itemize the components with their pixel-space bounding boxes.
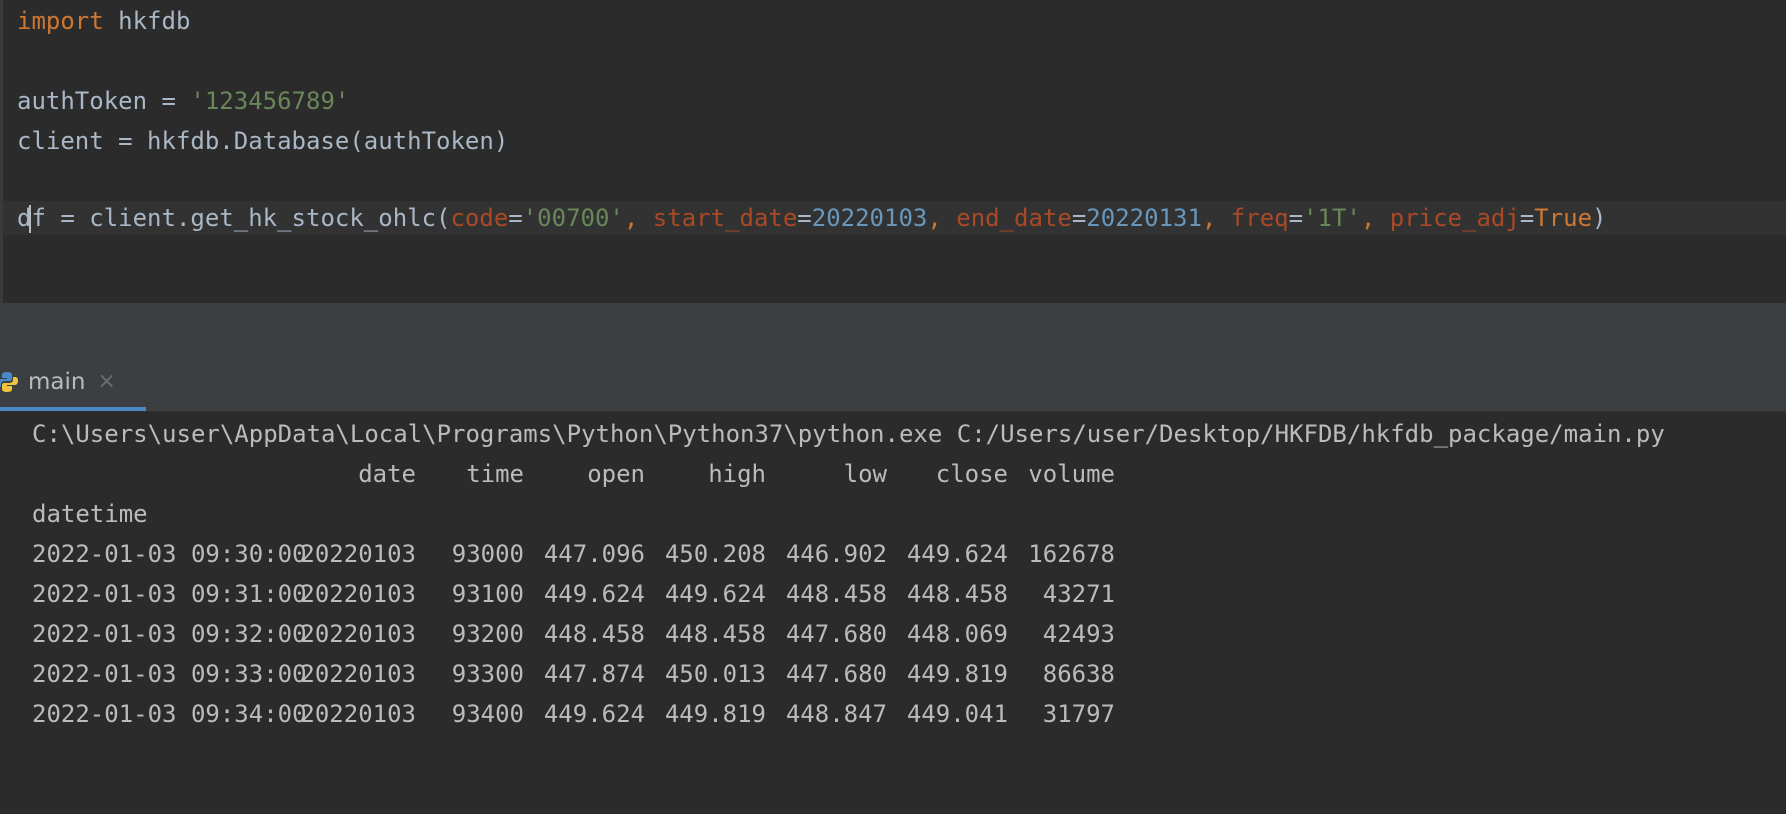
column-header-open: open (587, 460, 645, 488)
param-end-date: end_date (956, 204, 1072, 232)
row-low-cell: 447.680 (785, 620, 887, 648)
assign-op: = (147, 87, 191, 115)
value-price-adj: True (1534, 204, 1593, 232)
column-header-volume: volume (1028, 460, 1115, 488)
close-paren: ) (1592, 204, 1607, 232)
run-console-output[interactable]: C:\Users\user\AppData\Local\Programs\Pyt… (0, 412, 1786, 790)
row-high-cell: 448.458 (664, 620, 766, 648)
row-datetime-cell: 2022-01-03 09:32:00 (32, 620, 307, 648)
dataframe-index-name: datetime (32, 500, 148, 528)
dataframe-row: 2022-01-03 09:33:00 20220103 93300 447.874 4… (32, 654, 1332, 694)
row-close-cell: 449.041 (906, 700, 1008, 728)
row-open-cell: 449.624 (543, 580, 645, 608)
dataframe-header-row: date time open high low close volume (32, 454, 1332, 494)
comma-sep: , (623, 204, 653, 232)
row-datetime-cell: 2022-01-03 09:31:00 (32, 580, 307, 608)
module-name: hkfdb (118, 7, 191, 35)
row-low-cell: 448.458 (785, 580, 887, 608)
console-command-line: C:\Users\user\AppData\Local\Programs\Pyt… (32, 420, 1665, 448)
row-close-cell: 448.069 (906, 620, 1008, 648)
row-time-cell: 93100 (451, 580, 524, 608)
row-time-cell: 93200 (451, 620, 524, 648)
eq-sign: = (1519, 204, 1535, 232)
param-price-adj: price_adj (1389, 204, 1520, 232)
row-date-cell: 20220103 (300, 540, 416, 568)
param-code: code (450, 204, 509, 232)
row-date-cell: 20220103 (300, 580, 416, 608)
auth-token-var: authToken (17, 87, 148, 115)
row-time-cell: 93300 (451, 660, 524, 688)
row-open-cell: 448.458 (543, 620, 645, 648)
eq-sign: = (1288, 204, 1304, 232)
code-editor[interactable]: import hkfdb authToken = '123456789' cli… (0, 0, 1786, 303)
column-header-close: close (935, 460, 1008, 488)
row-open-cell: 447.096 (543, 540, 645, 568)
comma-sep: , (1360, 204, 1390, 232)
eq-sign: = (508, 204, 523, 232)
dataframe-row: 2022-01-03 09:31:00 20220103 93100 449.624 4… (32, 574, 1332, 614)
code-line-4-current[interactable]: df = client.get_hk_stock_ohlc(code='0070… (3, 201, 1786, 235)
row-volume-cell: 86638 (1042, 660, 1115, 688)
column-header-date: date (358, 460, 416, 488)
row-time-cell: 93400 (451, 700, 524, 728)
dataframe-row: 2022-01-03 09:34:00 20220103 93400 449.624 4… (32, 694, 1332, 734)
column-header-high: high (708, 460, 766, 488)
row-low-cell: 446.902 (785, 540, 887, 568)
column-header-low: low (843, 460, 887, 488)
import-keyword: import (17, 7, 104, 35)
column-header-time: time (466, 460, 524, 488)
row-datetime-cell: 2022-01-03 09:30:00 (32, 540, 307, 568)
run-tab-main[interactable]: main × (0, 356, 146, 411)
auth-token-value: '123456789' (190, 87, 350, 115)
python-icon (0, 371, 18, 392)
value-code: '00700' (522, 204, 624, 232)
panel-splitter[interactable] (0, 303, 1786, 356)
row-close-cell: 448.458 (906, 580, 1008, 608)
code-line-1[interactable]: import hkfdb (17, 4, 190, 38)
comma-sep: , (927, 204, 957, 232)
dataframe-row: 2022-01-03 09:32:00 20220103 93200 448.458 4… (32, 614, 1332, 654)
text-caret (29, 205, 32, 233)
row-datetime-cell: 2022-01-03 09:34:00 (32, 700, 307, 728)
row-high-cell: 450.013 (664, 660, 766, 688)
run-tool-window-tabbar: main × (0, 356, 1786, 412)
dataframe-row: 2022-01-03 09:30:00 20220103 93000 447.096 4… (32, 534, 1332, 574)
eq-sign: = (797, 204, 812, 232)
param-start-date: start_date (652, 204, 798, 232)
df-var-tail: f (31, 204, 46, 232)
row-high-cell: 449.819 (664, 700, 766, 728)
eq-sign: = (1071, 204, 1087, 232)
row-volume-cell: 162678 (1028, 540, 1115, 568)
row-close-cell: 449.624 (906, 540, 1008, 568)
client-assignment: client = hkfdb.Database(authToken) (17, 127, 509, 155)
call-expression: = client.get_hk_stock_ohlc( (45, 204, 451, 232)
row-time-cell: 93000 (451, 540, 524, 568)
comma-sep: , (1201, 204, 1231, 232)
value-end-date: 20220131 (1086, 204, 1202, 232)
run-tab-label: main (28, 368, 86, 395)
code-line-2[interactable]: authToken = '123456789' (17, 84, 349, 118)
row-date-cell: 20220103 (300, 620, 416, 648)
row-open-cell: 449.624 (543, 700, 645, 728)
row-open-cell: 447.874 (543, 660, 645, 688)
row-low-cell: 448.847 (785, 700, 887, 728)
code-line-3[interactable]: client = hkfdb.Database(authToken) (17, 124, 508, 158)
value-freq: '1T' (1303, 204, 1361, 232)
row-volume-cell: 43271 (1042, 580, 1115, 608)
close-icon[interactable]: × (97, 369, 115, 394)
row-date-cell: 20220103 (300, 660, 416, 688)
row-volume-cell: 31797 (1042, 700, 1115, 728)
row-high-cell: 449.624 (664, 580, 766, 608)
row-close-cell: 449.819 (906, 660, 1008, 688)
param-freq: freq (1230, 204, 1289, 232)
row-volume-cell: 42493 (1042, 620, 1115, 648)
row-high-cell: 450.208 (664, 540, 766, 568)
row-date-cell: 20220103 (300, 700, 416, 728)
value-start-date: 20220103 (811, 204, 928, 232)
row-datetime-cell: 2022-01-03 09:33:00 (32, 660, 307, 688)
row-low-cell: 447.680 (785, 660, 887, 688)
